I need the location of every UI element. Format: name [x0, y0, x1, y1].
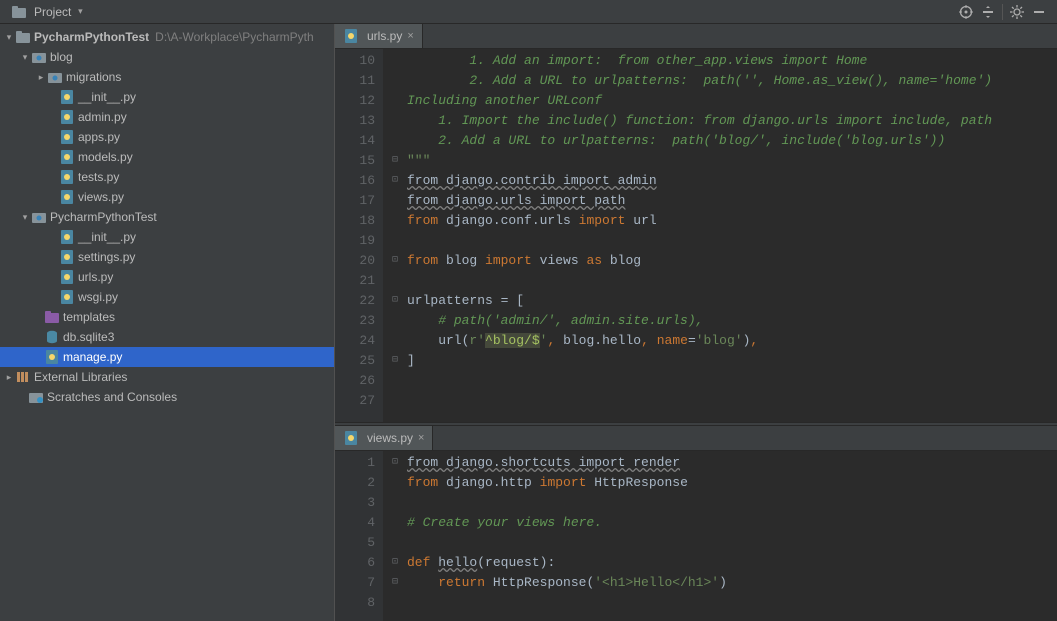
- python-package-icon: [47, 69, 63, 85]
- editor-tabbar-bottom: views.py ×: [335, 426, 1057, 451]
- project-label: Project: [34, 5, 71, 19]
- python-file-icon: [59, 149, 75, 165]
- gear-icon[interactable]: [1009, 4, 1025, 20]
- tree-file[interactable]: wsgi.py: [0, 287, 334, 307]
- tree-folder-templates[interactable]: templates: [0, 307, 334, 327]
- expand-icon[interactable]: [20, 212, 30, 223]
- tree-file[interactable]: views.py: [0, 187, 334, 207]
- editor-tabbar-top: urls.py ×: [335, 24, 1057, 49]
- tree-file-db[interactable]: db.sqlite3: [0, 327, 334, 347]
- python-file-icon: [59, 89, 75, 105]
- python-file-icon: [59, 289, 75, 305]
- python-file-icon: [59, 249, 75, 265]
- folder-icon: [15, 29, 31, 45]
- tree-file[interactable]: __init__.py: [0, 227, 334, 247]
- python-file-icon: [44, 349, 60, 365]
- project-toolbar: Project ▾: [0, 0, 1057, 24]
- python-file-icon: [59, 109, 75, 125]
- tree-file[interactable]: apps.py: [0, 127, 334, 147]
- editor-urls[interactable]: 101112131415161718192021222324252627⊟⊡⊡⊡…: [335, 49, 1057, 422]
- tree-file[interactable]: __init__.py: [0, 87, 334, 107]
- tree-folder-blog[interactable]: blog: [0, 47, 334, 67]
- python-package-icon: [31, 209, 47, 225]
- tree-external-libs[interactable]: External Libraries: [0, 367, 334, 387]
- tree-file[interactable]: models.py: [0, 147, 334, 167]
- expand-icon[interactable]: [4, 372, 14, 383]
- expand-icon[interactable]: [36, 72, 46, 83]
- expand-icon[interactable]: [20, 52, 30, 63]
- expand-icon[interactable]: [4, 32, 14, 43]
- target-icon[interactable]: [958, 4, 974, 20]
- tree-file[interactable]: tests.py: [0, 167, 334, 187]
- scratch-icon: [28, 389, 44, 405]
- collapse-all-icon[interactable]: [980, 4, 996, 20]
- python-file-icon: [59, 129, 75, 145]
- python-file-icon: [59, 169, 75, 185]
- tree-file[interactable]: urls.py: [0, 267, 334, 287]
- python-file-icon: [59, 269, 75, 285]
- editor-views[interactable]: 12345678⊡⊡⊟from django.shortcuts import …: [335, 451, 1057, 621]
- hide-icon[interactable]: [1031, 4, 1047, 20]
- tree-root[interactable]: PycharmPythonTestD:\A-Workplace\PycharmP…: [0, 27, 334, 47]
- tree-file[interactable]: settings.py: [0, 247, 334, 267]
- chevron-down-icon: ▾: [75, 6, 85, 17]
- database-icon: [44, 329, 60, 345]
- folder-icon: [44, 309, 60, 325]
- tab-urls[interactable]: urls.py ×: [335, 24, 423, 48]
- python-file-icon: [59, 229, 75, 245]
- python-file-icon: [343, 28, 359, 44]
- library-icon: [15, 369, 31, 385]
- python-file-icon: [59, 189, 75, 205]
- python-package-icon: [31, 49, 47, 65]
- tree-file[interactable]: admin.py: [0, 107, 334, 127]
- tree-folder-app[interactable]: PycharmPythonTest: [0, 207, 334, 227]
- close-icon[interactable]: ×: [418, 432, 424, 444]
- tree-file-manage[interactable]: manage.py: [0, 347, 334, 367]
- tab-views[interactable]: views.py ×: [335, 426, 433, 450]
- tree-scratches[interactable]: Scratches and Consoles: [0, 387, 334, 407]
- project-tree[interactable]: PycharmPythonTestD:\A-Workplace\PycharmP…: [0, 24, 335, 621]
- python-file-icon: [343, 430, 359, 446]
- tree-folder-migrations[interactable]: migrations: [0, 67, 334, 87]
- tab-label: urls.py: [367, 29, 402, 43]
- tab-label: views.py: [367, 431, 413, 445]
- project-dropdown[interactable]: Project ▾: [4, 2, 91, 22]
- close-icon[interactable]: ×: [407, 30, 413, 42]
- folder-icon: [11, 4, 27, 20]
